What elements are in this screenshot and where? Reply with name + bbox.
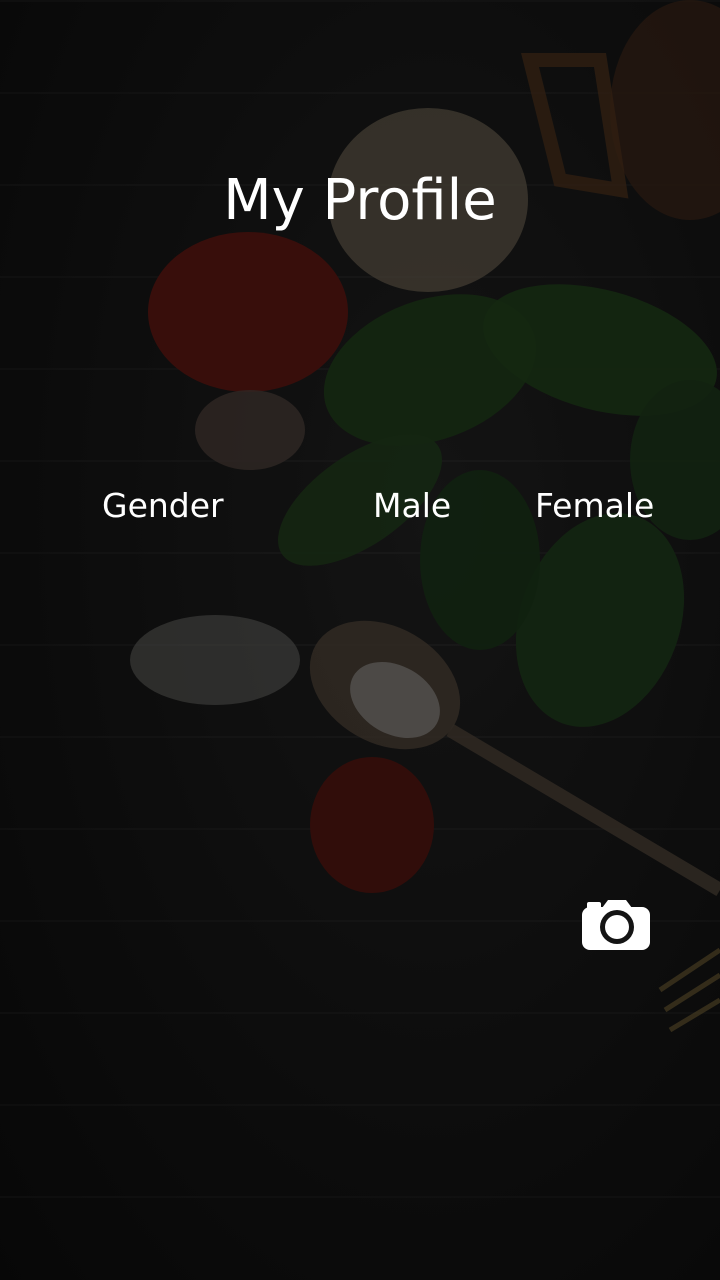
gender-option-female[interactable]: Female <box>535 482 654 530</box>
camera-button[interactable] <box>580 898 652 952</box>
camera-icon <box>582 900 650 950</box>
gender-label: Gender <box>102 486 224 525</box>
gender-selector: Gender Male Female <box>0 482 720 530</box>
page-title: My Profile <box>223 168 497 233</box>
gender-option-male[interactable]: Male <box>373 482 451 530</box>
